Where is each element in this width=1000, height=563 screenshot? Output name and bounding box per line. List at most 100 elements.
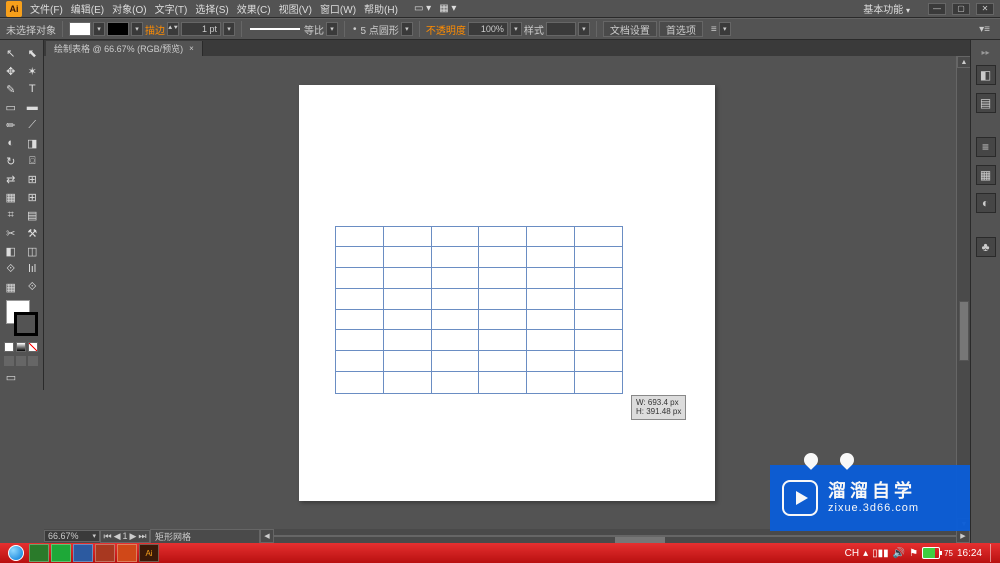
document-tab-close[interactable]: × xyxy=(189,44,194,53)
pencil-tool[interactable]: ⟋ xyxy=(22,116,44,134)
draw-behind[interactable] xyxy=(16,356,26,366)
fill-swatch[interactable] xyxy=(69,22,91,36)
battery-icon[interactable] xyxy=(922,547,940,559)
gradient-mode[interactable] xyxy=(16,342,26,352)
stroke-weight-dd[interactable]: ▾ xyxy=(223,22,235,36)
document-tab[interactable]: 绘制表格 @ 66.67% (RGB/预览) × xyxy=(46,41,203,56)
screen-mode[interactable]: ▭ xyxy=(0,368,22,386)
style-label[interactable]: 样式 xyxy=(524,22,544,37)
eraser-tool[interactable]: ◨ xyxy=(22,134,44,152)
taskbar-app-3[interactable] xyxy=(73,544,93,562)
brush-profile[interactable]: 5 点圆形 xyxy=(361,22,399,37)
workspace-switcher[interactable]: 基本功能 ▾ xyxy=(863,1,910,16)
stroke-weight-input[interactable]: 1 pt xyxy=(181,22,221,36)
taskbar-app-2[interactable] xyxy=(51,544,71,562)
taskbar-illustrator[interactable]: Ai xyxy=(139,544,159,562)
eyedropper-tool[interactable]: ✂ xyxy=(0,224,22,242)
scale-tool[interactable]: ⌼ xyxy=(22,152,44,170)
menu-help[interactable]: 帮助(H) xyxy=(364,1,398,16)
fill-stroke-indicator[interactable] xyxy=(4,300,40,336)
hscroll-left[interactable]: ◀ xyxy=(260,529,274,543)
gradient-tool[interactable]: ▤ xyxy=(22,206,44,224)
draw-inside[interactable] xyxy=(28,356,38,366)
menu-file[interactable]: 文件(F) xyxy=(30,1,63,16)
style-swatch[interactable] xyxy=(546,22,576,36)
vscroll[interactable]: ▲ ▼ xyxy=(956,56,970,530)
sound-icon[interactable]: 🔊 xyxy=(893,548,905,559)
gradient-panel-icon[interactable]: ▦ xyxy=(976,165,996,185)
show-desktop[interactable] xyxy=(990,544,996,562)
zoom-tool[interactable]: ⟐ xyxy=(22,278,44,296)
stroke-profile-preview[interactable] xyxy=(250,28,300,30)
zoom-level[interactable]: 66.67%▾ xyxy=(44,530,100,542)
hscroll-track[interactable] xyxy=(274,535,956,537)
opacity-input[interactable]: 100% xyxy=(468,22,508,36)
paintbrush-tool[interactable]: ✏ xyxy=(0,116,22,134)
width-tool[interactable]: ⇄ xyxy=(0,170,22,188)
align-dd[interactable]: ▾ xyxy=(719,22,731,36)
network-icon[interactable]: ▯▮▮ xyxy=(872,548,889,559)
maximize-button[interactable]: ▢ xyxy=(952,3,970,15)
rotate-tool[interactable]: ↻ xyxy=(0,152,22,170)
graph-tool[interactable]: ◫ xyxy=(22,242,44,260)
line-tool[interactable]: ▭ xyxy=(0,98,22,116)
blob-brush-tool[interactable]: ◐ xyxy=(0,134,22,152)
brush-dd[interactable]: ▾ xyxy=(401,22,413,36)
transparency-panel-icon[interactable]: ◐ xyxy=(976,193,996,213)
lasso-tool[interactable]: ✶ xyxy=(22,62,44,80)
expand-panels-icon[interactable]: ▸▸ xyxy=(981,48,989,57)
flag-icon[interactable]: ⚑ xyxy=(909,548,918,559)
appearance-panel-icon[interactable]: ♣ xyxy=(976,237,996,257)
fill-dropdown[interactable]: ▾ xyxy=(93,22,105,36)
stroke-swatch[interactable] xyxy=(107,22,129,36)
minimize-button[interactable]: — xyxy=(928,3,946,15)
blend-tool[interactable]: ⚒ xyxy=(22,224,44,242)
stroke-label[interactable]: 描边 xyxy=(145,22,165,37)
stroke-color[interactable] xyxy=(14,312,38,336)
ime-indicator[interactable]: CH xyxy=(845,548,859,559)
menu-select[interactable]: 选择(S) xyxy=(195,1,228,16)
color-panel-icon[interactable]: ◧ xyxy=(976,65,996,85)
hscroll-right[interactable]: ▶ xyxy=(956,529,970,543)
clock[interactable]: 16:24 xyxy=(957,548,982,559)
perspective-tool[interactable]: ⊞ xyxy=(22,188,44,206)
type-tool[interactable]: T xyxy=(22,80,44,98)
stroke-dropdown[interactable]: ▾ xyxy=(131,22,143,36)
document-setup-button[interactable]: 文档设置 xyxy=(603,21,657,37)
align-icon[interactable]: ≡ xyxy=(711,24,717,35)
color-mode[interactable] xyxy=(4,342,14,352)
layout-icon[interactable]: ▭ ▾ xyxy=(414,3,431,14)
selection-tool[interactable]: ↖ xyxy=(0,44,22,62)
taskbar-app-5[interactable] xyxy=(117,544,137,562)
start-button[interactable] xyxy=(4,543,28,563)
tray-expand-icon[interactable]: ▴ xyxy=(863,548,868,559)
rectangular-grid[interactable] xyxy=(335,226,623,394)
shape-builder-tool[interactable]: ▦ xyxy=(0,188,22,206)
hand-tool[interactable]: ▦ xyxy=(0,278,22,296)
menu-object[interactable]: 对象(O) xyxy=(112,1,146,16)
magic-wand-tool[interactable]: ✥ xyxy=(0,62,22,80)
arrange-icon[interactable]: ▦ ▾ xyxy=(439,3,456,14)
artboard-nav[interactable]: ⏮◀1▶⏭ xyxy=(100,530,150,543)
symbol-tool[interactable]: ◧ xyxy=(0,242,22,260)
vscroll-up[interactable]: ▲ xyxy=(957,56,971,68)
free-transform-tool[interactable]: ⊞ xyxy=(22,170,44,188)
rectangle-tool[interactable]: ▬ xyxy=(22,98,44,116)
none-mode[interactable] xyxy=(28,342,38,352)
taskbar-app-4[interactable] xyxy=(95,544,115,562)
draw-normal[interactable] xyxy=(4,356,14,366)
direct-selection-tool[interactable]: ⬉ xyxy=(22,44,44,62)
menu-window[interactable]: 窗口(W) xyxy=(320,1,356,16)
color-guide-panel-icon[interactable]: ▤ xyxy=(976,93,996,113)
menu-type[interactable]: 文字(T) xyxy=(155,1,188,16)
menu-edit[interactable]: 编辑(E) xyxy=(71,1,104,16)
opacity-label[interactable]: 不透明度 xyxy=(426,22,466,37)
close-button[interactable]: ✕ xyxy=(976,3,994,15)
style-dd[interactable]: ▾ xyxy=(578,22,590,36)
artboard-tool[interactable]: ⟐ xyxy=(0,260,22,278)
vscroll-thumb[interactable] xyxy=(959,301,969,361)
uniform-dd[interactable]: ▾ xyxy=(326,22,338,36)
menu-view[interactable]: 视图(V) xyxy=(279,1,312,16)
preferences-button[interactable]: 首选项 xyxy=(659,21,703,37)
taskbar-app-1[interactable] xyxy=(29,544,49,562)
